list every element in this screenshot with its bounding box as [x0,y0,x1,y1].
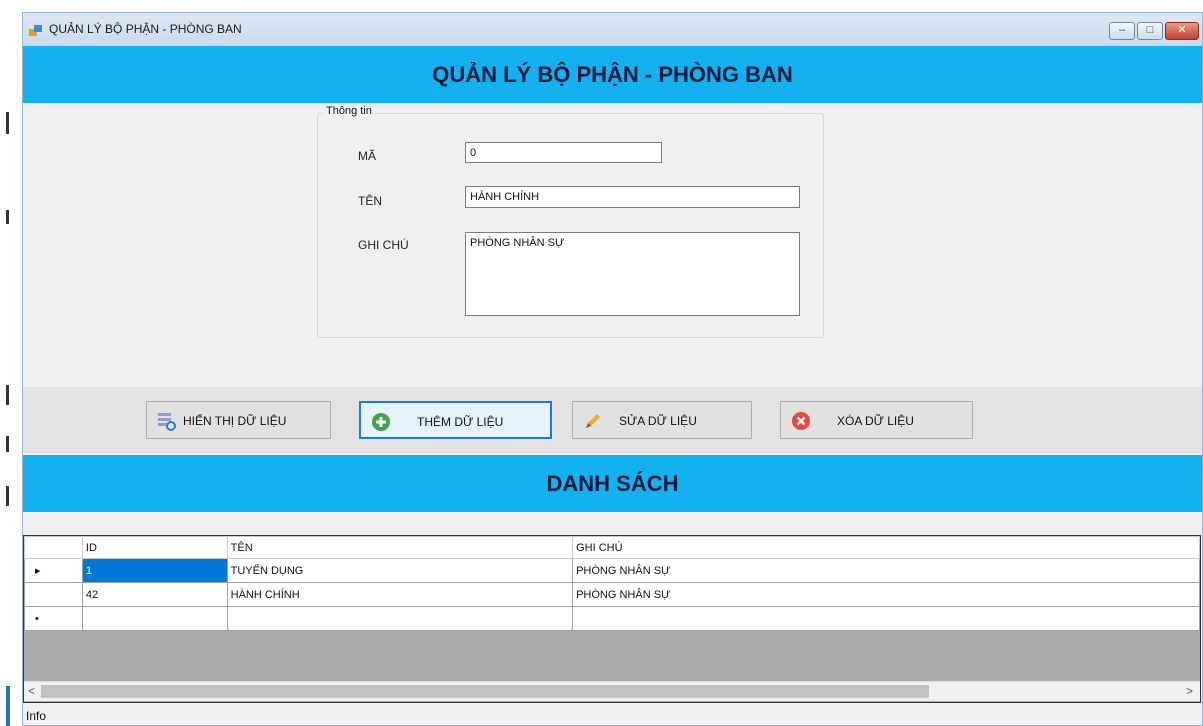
pencil-icon [586,414,600,428]
status-text: Info [26,709,47,723]
row-header-corner [24,536,83,559]
data-table: ID TÊN GHI CHÚ ▸ 1 TUYỂN DỤNG PHÒNG NHÂN… [24,536,1200,631]
table-cell[interactable]: 42 [81,582,228,607]
current-row-marker[interactable]: ▸ [24,558,83,583]
column-header-ten[interactable]: TÊN [226,536,574,559]
title-bar[interactable]: QUẢN LÝ BỘ PHẬN - PHÒNG BAN – □ ✕ [23,13,1202,47]
add-data-button[interactable]: THÊM DỮ LIỆU [359,401,552,439]
minimize-button[interactable]: – [1109,22,1135,40]
table-header-row: ID TÊN GHI CHÚ [24,536,1200,559]
table-cell[interactable]: TUYỂN DỤNG [226,558,574,583]
table-row-new[interactable]: • [24,606,1200,631]
edit-data-button[interactable]: SỬA DỮ LIỆU [572,401,752,439]
new-row-marker[interactable]: • [24,606,83,631]
table-cell[interactable]: PHÒNG NHÂN SỰ [572,558,1200,583]
page-title: QUẢN LÝ BỘ PHẬN - PHÒNG BAN [432,62,793,87]
close-button[interactable]: ✕ [1165,22,1199,40]
column-header-ghichu[interactable]: GHI CHÚ [572,536,1200,559]
ma-field[interactable]: 0 [465,142,662,163]
background-mark [6,385,9,405]
scrollbar-thumb[interactable] [41,685,929,698]
ghichu-textarea[interactable]: PHÒNG NHÂN SỰ [465,232,800,316]
list-banner: DANH SÁCH [23,455,1202,512]
x-circle-icon [792,412,810,430]
info-group-label: Thông tin [323,105,375,117]
header-banner: QUẢN LÝ BỘ PHẬN - PHÒNG BAN [23,46,1202,103]
table-cell[interactable] [572,606,1200,631]
ten-label: TÊN [358,194,382,208]
background-mark [6,436,9,452]
background-mark [6,210,9,224]
table-cell[interactable]: PHÒNG NHÂN SỰ [572,582,1200,607]
edit-data-label: SỬA DỮ LIỆU [619,414,697,428]
ghichu-label: GHI CHÚ [358,238,409,252]
table-cell[interactable] [226,606,574,631]
app-icon [29,25,42,36]
maximize-button[interactable]: □ [1137,22,1163,40]
table-cell[interactable] [81,606,228,631]
delete-data-label: XÓA DỮ LIỆU [837,414,914,428]
refresh-data-icon [158,413,176,431]
table-cell[interactable]: 1 [81,558,228,583]
background-mark [6,486,9,506]
window-title: QUẢN LÝ BỘ PHẬN - PHÒNG BAN [49,22,242,36]
table-row[interactable]: 42 HÀNH CHÍNH PHÒNG NHÂN SỰ [24,582,1200,607]
app-window: QUẢN LÝ BỘ PHẬN - PHÒNG BAN – □ ✕ QUẢN L… [22,12,1203,726]
scroll-right-icon[interactable]: > [1186,684,1193,698]
background-mark [6,112,9,134]
show-data-label: HIỂN THỊ DỮ LIỆU [183,414,287,428]
ten-field[interactable]: HÀNH CHÍNH [465,186,800,208]
plus-circle-icon [372,413,390,431]
delete-data-button[interactable]: XÓA DỮ LIỆU [780,401,973,439]
add-data-label: THÊM DỮ LIỆU [417,415,504,429]
scroll-left-icon[interactable]: < [28,684,35,698]
table-row[interactable]: ▸ 1 TUYỂN DỤNG PHÒNG NHÂN SỰ [24,558,1200,583]
background-taskbar-edge [6,686,10,726]
background-window-strip [0,0,22,726]
show-data-button[interactable]: HIỂN THỊ DỮ LIỆU [146,401,331,439]
data-grid[interactable]: ID TÊN GHI CHÚ ▸ 1 TUYỂN DỤNG PHÒNG NHÂN… [23,535,1201,703]
column-header-id[interactable]: ID [81,536,228,559]
row-header[interactable] [24,582,83,607]
ma-label: MÃ [358,149,376,163]
horizontal-scrollbar[interactable]: < > [24,681,1200,701]
list-title: DANH SÁCH [546,471,679,496]
table-cell[interactable]: HÀNH CHÍNH [226,582,574,607]
